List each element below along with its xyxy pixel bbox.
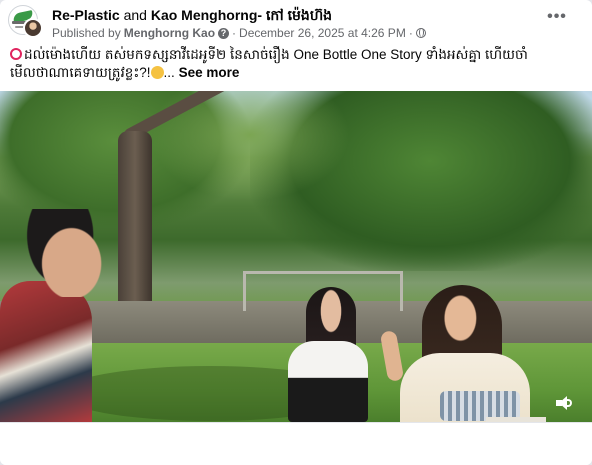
kao-menghorng-avatar[interactable] xyxy=(23,18,43,38)
author-secondary-link[interactable]: Kao Menghorng- កៅ ម៉េងហ៊ង xyxy=(151,7,332,23)
caption-text-1: ដល់ម៉ោងហើយ តស់មកទស្សនាវីដេអូទី២ នៃសាច់រឿ… xyxy=(24,47,528,62)
publisher-name-link[interactable]: Menghorng Kao xyxy=(124,26,215,40)
more-horizontal-icon: ••• xyxy=(547,8,567,25)
author-primary-link[interactable]: Re-Plastic xyxy=(52,7,120,23)
post-timestamp-link[interactable]: December 26, 2025 at 4:26 PM xyxy=(239,26,406,40)
person-left xyxy=(0,281,92,422)
post-header: Re-Plastic and Kao Menghorng- កៅ ម៉េងហ៊ង… xyxy=(8,5,584,43)
question-circle-icon[interactable]: ? xyxy=(218,27,230,39)
post-authors: Re-Plastic and Kao Menghorng- កៅ ម៉េងហ៊ង xyxy=(52,6,332,27)
post-meta: Published by Menghorng Kao ? · December … xyxy=(52,26,426,40)
author-conjunction: and xyxy=(123,7,147,23)
caption-line-2: មើលថាណាគេទាយត្រូវខ្លះ?!... See more xyxy=(10,64,582,82)
caption-line-1: ដល់ម៉ោងហើយ តស់មកទស្សនាវីដេអូទី២ នៃសាច់រឿ… xyxy=(10,46,582,64)
person-middle xyxy=(288,341,368,422)
see-more-link[interactable]: See more xyxy=(179,65,240,80)
published-by-prefix: Published by xyxy=(52,26,121,40)
post-caption: ដល់ម៉ោងហើយ តស់មកទស្សនាវីដេអូទី២ នៃសាច់រឿ… xyxy=(10,46,582,82)
privacy-separator: · xyxy=(408,26,413,40)
thinking-face-icon xyxy=(150,66,164,79)
caption-text-2: មើលថាណាគេទាយត្រូវខ្លះ?! xyxy=(10,65,151,80)
post-footer xyxy=(0,422,592,465)
avatar-group[interactable] xyxy=(8,5,44,41)
volume-icon[interactable] xyxy=(556,396,572,410)
globe-icon[interactable] xyxy=(415,28,426,38)
caption-ellipsis: ... xyxy=(163,65,175,80)
alarm-clock-icon xyxy=(10,48,22,60)
video-player[interactable] xyxy=(0,91,592,422)
post-card: Re-Plastic and Kao Menghorng- កៅ ម៉េងហ៊ង… xyxy=(0,0,592,465)
meta-separator: · xyxy=(232,26,237,40)
more-options-button[interactable]: ••• xyxy=(544,8,570,31)
